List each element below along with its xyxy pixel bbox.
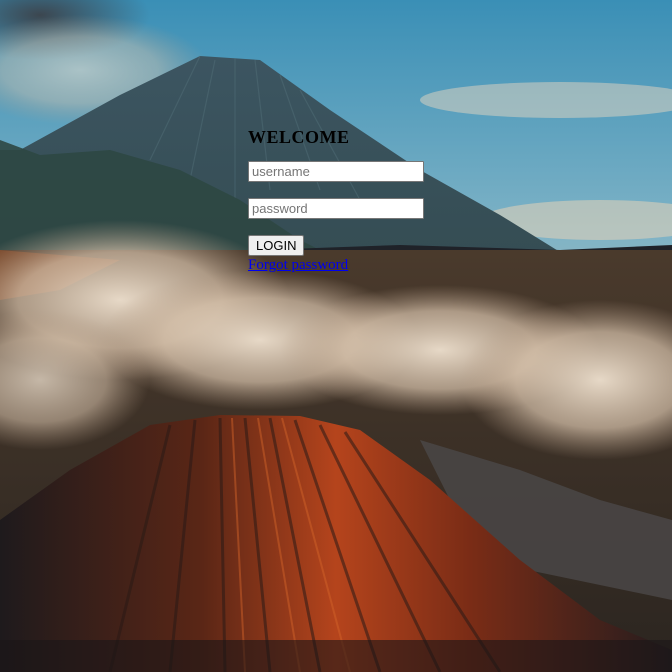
username-input[interactable] — [248, 161, 424, 182]
background-landscape-image — [0, 0, 672, 672]
welcome-title: WELCOME — [248, 127, 350, 147]
login-form: WELCOME LOGIN Forgot password — [248, 126, 448, 274]
password-input[interactable] — [248, 198, 424, 219]
login-button[interactable]: LOGIN — [248, 235, 305, 256]
forgot-password-link[interactable]: Forgot password — [248, 256, 348, 274]
